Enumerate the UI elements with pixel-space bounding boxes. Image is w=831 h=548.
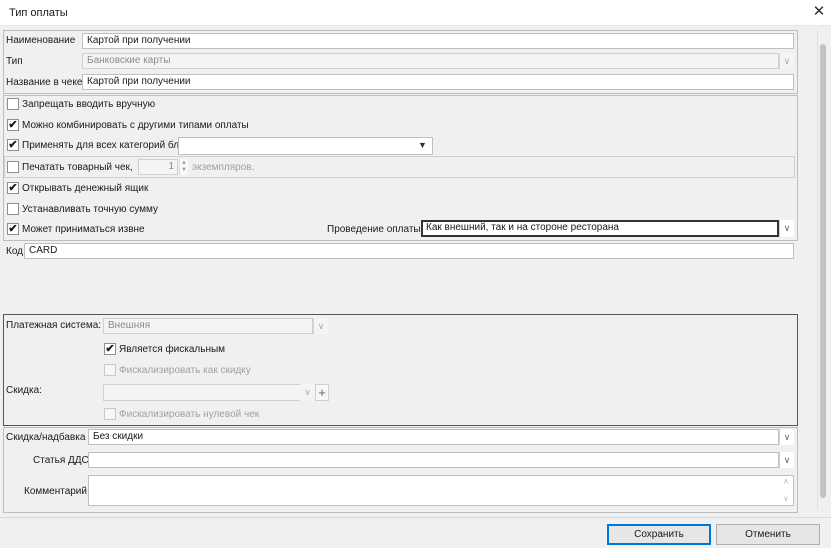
combine-checkbox[interactable]: ✔ (7, 119, 19, 131)
discount-markup-label: Скидка/надбавка (6, 432, 86, 443)
external-label: Может приниматься извне (22, 224, 145, 235)
external-checkbox[interactable]: ✔ (7, 223, 19, 235)
processing-label: Проведение оплаты: (327, 224, 424, 235)
categories-dropdown-arrow-icon[interactable]: ▼ (418, 140, 427, 150)
exact-sum-label: Устанавливать точную сумму (22, 204, 158, 215)
discount-select[interactable] (103, 384, 313, 401)
spin-down-icon[interactable]: ▼ (181, 167, 187, 174)
dds-label: Статья ДДС (33, 455, 89, 466)
print-receipt-checkbox[interactable] (7, 161, 19, 173)
save-button[interactable]: Сохранить (607, 524, 711, 545)
fiscal-zero-label: Фискализировать нулевой чек (119, 409, 260, 420)
type-label: Тип (6, 56, 23, 67)
discount-label: Скидка: (6, 385, 42, 396)
window-title: Тип оплаты (9, 7, 68, 19)
comment-label: Комментарий (24, 486, 87, 497)
add-discount-button[interactable]: + (315, 384, 329, 401)
processing-dropdown-chevron-icon[interactable]: ∨ (779, 220, 794, 237)
forbid-manual-label: Запрещать вводить вручную (22, 99, 156, 110)
fiscal-as-discount-label: Фискализировать как скидку (119, 365, 251, 376)
comment-scroll-down-icon[interactable]: ∨ (783, 494, 789, 503)
combine-label: Можно комбинировать с другими типами опл… (22, 120, 249, 131)
copies-spinner[interactable]: ▲ ▼ (179, 159, 188, 175)
type-select[interactable]: Банковские карты (82, 53, 779, 69)
open-drawer-label: Открывать денежный ящик (22, 183, 149, 194)
name-label: Наименование (6, 35, 76, 46)
dds-select[interactable] (88, 452, 779, 468)
cancel-button[interactable]: Отменить (716, 524, 820, 545)
all-categories-label: Применять для всех категорий блюд (22, 140, 193, 151)
payment-system-label: Платежная система: (6, 320, 102, 331)
title-bar (0, 0, 831, 26)
payment-system-select[interactable]: Внешняя (103, 318, 313, 334)
discount-chevron-icon[interactable]: ∨ (300, 384, 315, 401)
fiscal-checkbox[interactable]: ✔ (104, 343, 116, 355)
receipt-name-input[interactable]: Картой при получении (82, 74, 794, 90)
processing-select[interactable]: Как внешний, так и на стороне ресторана (421, 220, 779, 237)
receipt-name-label: Название в чеке (6, 77, 83, 88)
code-input[interactable]: CARD (24, 243, 794, 259)
spin-up-icon[interactable]: ▲ (181, 160, 187, 167)
payment-system-chevron-icon[interactable]: ∨ (313, 318, 328, 334)
code-label: Код (6, 246, 24, 257)
exact-sum-checkbox[interactable] (7, 203, 19, 215)
all-categories-checkbox[interactable]: ✔ (7, 139, 19, 151)
forbid-manual-checkbox[interactable] (7, 98, 19, 110)
print-receipt-label: Печатать товарный чек, (22, 162, 133, 173)
discount-markup-select[interactable]: Без скидки (88, 429, 779, 445)
dds-chevron-icon[interactable]: ∨ (779, 452, 794, 468)
discount-markup-chevron-icon[interactable]: ∨ (779, 429, 794, 445)
copies-input[interactable]: 1 (138, 159, 178, 175)
categories-select[interactable] (178, 137, 433, 155)
scrollbar-thumb[interactable] (820, 44, 826, 498)
name-input[interactable]: Картой при получении (82, 33, 794, 49)
close-icon[interactable]: ✕ (809, 2, 829, 22)
open-drawer-checkbox[interactable]: ✔ (7, 182, 19, 194)
comment-scroll-up-icon[interactable]: ∨ (783, 477, 789, 486)
fiscal-as-discount-checkbox[interactable] (104, 364, 116, 376)
fiscal-label: Является фискальным (119, 344, 226, 355)
comment-textarea[interactable] (88, 475, 794, 506)
footer-divider (0, 517, 831, 518)
fiscal-zero-checkbox[interactable] (104, 408, 116, 420)
type-dropdown-chevron-icon[interactable]: ∨ (779, 53, 794, 69)
copies-suffix-label: экземпляров. (192, 162, 255, 173)
